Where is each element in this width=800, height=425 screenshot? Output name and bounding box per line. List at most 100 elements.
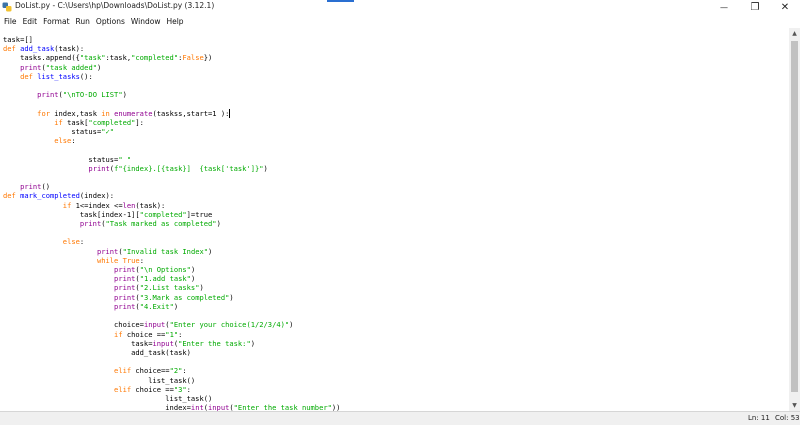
code-line[interactable]: list_task()	[3, 394, 340, 403]
menu-help[interactable]: Help	[166, 17, 183, 26]
code-token: "4.Exit"	[139, 301, 174, 311]
code-token: "Enter the task:"	[178, 338, 251, 348]
code-line[interactable]: status=" "	[3, 155, 340, 164]
code-editor[interactable]: task=[] def add_task(task): tasks.append(…	[0, 28, 789, 411]
code-token: task=	[3, 338, 153, 348]
code-token: (task):	[135, 200, 166, 210]
code-line[interactable]: print()	[3, 182, 340, 191]
code-line[interactable]: print("2.List tasks")	[3, 283, 340, 292]
code-token: )	[122, 90, 127, 100]
code-line[interactable]: ​	[3, 228, 340, 237]
menu-edit[interactable]: Edit	[23, 17, 38, 26]
code-token: "2"	[169, 366, 183, 376]
code-token: list_task()	[3, 375, 196, 385]
code-token: "3.Mark as completed"	[139, 292, 230, 302]
minimize-icon: —	[720, 2, 728, 12]
code-line[interactable]: list_task()	[3, 376, 340, 385]
code-token: mark_completed	[20, 191, 80, 201]
code-token: print	[114, 265, 136, 275]
code-token: )	[229, 292, 234, 302]
code-text[interactable]: task=[] def add_task(task): tasks.append(…	[3, 35, 340, 411]
code-token: index,task	[54, 108, 102, 118]
code-token: print	[96, 246, 119, 256]
vertical-scrollbar[interactable]: ▲ ▼	[789, 28, 800, 411]
scroll-up-icon[interactable]: ▲	[789, 28, 800, 39]
code-line[interactable]: ​	[3, 311, 340, 320]
code-token: "\nTO-DO LIST"	[62, 90, 123, 100]
code-token: f"{index}.[{task}] {task['task']}"	[114, 163, 264, 173]
code-line[interactable]: ​	[3, 99, 340, 108]
code-token: choice ==	[135, 384, 174, 394]
code-line[interactable]: if choice =="1":	[3, 330, 340, 339]
menu-file[interactable]: File	[4, 17, 17, 26]
code-line[interactable]: task[index-1]["completed"]=true	[3, 210, 340, 219]
code-line[interactable]: add_task(task)	[3, 348, 340, 357]
code-token: if	[62, 200, 76, 210]
maximize-button[interactable]: ❐	[740, 0, 770, 14]
code-token: if	[54, 117, 68, 127]
code-line[interactable]: while True:	[3, 256, 340, 265]
code-token: tasks.append({	[3, 53, 80, 63]
code-line[interactable]: choice=input("Enter your choice(1/2/3/4)…	[3, 320, 340, 329]
code-token: task[	[67, 117, 89, 127]
code-line[interactable]: task=input("Enter the task:")	[3, 339, 340, 348]
code-line[interactable]: index=int(input("Enter the task number")…	[3, 403, 340, 411]
code-line[interactable]: ​	[3, 173, 340, 182]
code-line[interactable]: status="✓"	[3, 127, 340, 136]
code-line[interactable]: def add_task(task):	[3, 44, 340, 53]
code-line[interactable]: print("task added")	[3, 63, 340, 72]
scroll-down-icon[interactable]: ▼	[789, 400, 800, 411]
code-line[interactable]: print("1.add task")	[3, 274, 340, 283]
code-line[interactable]: for index,task in enumerate(taskss,start…	[3, 108, 340, 118]
code-line[interactable]: ​	[3, 81, 340, 90]
code-line[interactable]: else:	[3, 237, 340, 246]
menu-run[interactable]: Run	[76, 17, 90, 26]
menu-options[interactable]: Options	[96, 17, 125, 26]
code-token: status=	[3, 127, 102, 137]
code-line[interactable]: print("\nTO-DO LIST")	[3, 90, 340, 99]
code-line[interactable]: elif choice=="2":	[3, 366, 340, 375]
menu-format[interactable]: Format	[43, 17, 69, 26]
close-button[interactable]: ✕	[770, 0, 800, 14]
code-line[interactable]: if task["completed"]:	[3, 118, 340, 127]
scrollbar-thumb[interactable]	[791, 41, 798, 392]
code-token: ():	[79, 71, 93, 81]
code-token: )	[250, 338, 256, 348]
code-token: index=	[3, 403, 191, 411]
code-line[interactable]: else:	[3, 136, 340, 145]
code-line[interactable]: print("Invalid task Index")	[3, 247, 340, 256]
code-token: )	[190, 265, 196, 275]
code-token: False	[182, 53, 204, 63]
code-line[interactable]: print("4.Exit")	[3, 302, 340, 311]
code-token: "1.add task"	[139, 274, 191, 284]
window-accent-strip	[327, 0, 354, 2]
code-line[interactable]: def list_tasks():	[3, 72, 340, 81]
code-line[interactable]: print("Task marked as completed")	[3, 219, 340, 228]
code-line[interactable]: def mark_completed(index):	[3, 191, 340, 200]
code-line[interactable]: print(f"{index}.[{task}] {task['task']}"…	[3, 164, 340, 173]
code-line[interactable]: ​	[3, 357, 340, 366]
code-line[interactable]: if 1<=index <=len(task):	[3, 201, 340, 210]
code-token: input	[208, 403, 230, 411]
code-line[interactable]: print("\n Options")	[3, 265, 340, 274]
minimize-button[interactable]: —	[709, 0, 739, 14]
code-line[interactable]: ​	[3, 145, 340, 154]
code-line[interactable]: elif choice =="3":	[3, 385, 340, 394]
code-line[interactable]: print("3.Mark as completed")	[3, 293, 340, 302]
code-token: list_tasks	[37, 71, 80, 81]
code-line[interactable]: tasks.append({"task":task,"completed":Fa…	[3, 53, 340, 62]
code-token: print	[20, 62, 42, 72]
code-token: print	[79, 219, 102, 229]
menu-window[interactable]: Window	[131, 17, 161, 26]
code-token: for	[37, 108, 55, 118]
code-line[interactable]: task=[]	[3, 35, 340, 44]
line-number-status: Ln: 11	[748, 414, 770, 422]
